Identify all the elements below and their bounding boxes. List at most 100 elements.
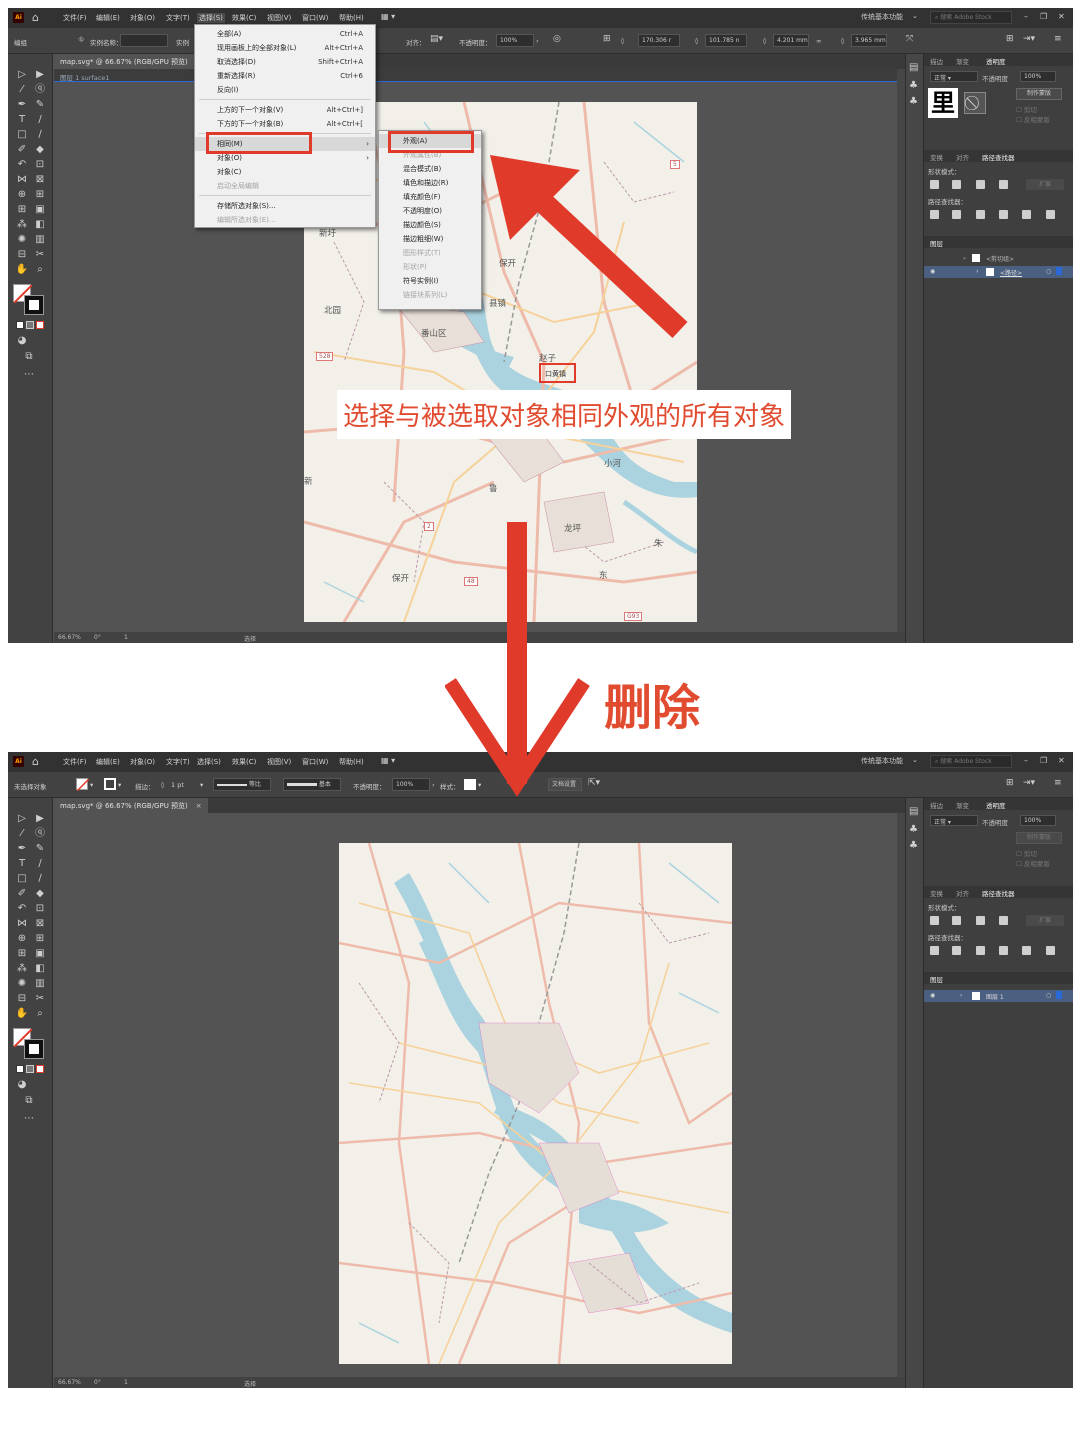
expand-button[interactable]: 扩展: [1026, 915, 1064, 926]
symbol-sprayer-icon[interactable]: ✺: [15, 977, 29, 990]
direct-selection-tool-icon[interactable]: ▶: [33, 68, 47, 81]
close-tab-icon[interactable]: ×: [196, 802, 202, 810]
none-mode-icon[interactable]: [36, 321, 44, 329]
instance-name-input[interactable]: [120, 34, 168, 47]
layer-row-selected[interactable]: ◉ › <路径> ○: [924, 266, 1073, 278]
draw-mode-icon[interactable]: ◕: [15, 334, 29, 347]
slice-tool-icon[interactable]: ✂: [33, 992, 47, 1005]
layer-name[interactable]: <剪切组>: [986, 254, 1014, 263]
arrange-docs-icon[interactable]: ▦ ▾: [381, 756, 395, 765]
unite-icon[interactable]: [930, 916, 939, 925]
color-mode-icon[interactable]: [16, 321, 24, 329]
perspective-icon[interactable]: ⊞: [33, 188, 47, 201]
slice-tool-icon[interactable]: ✂: [33, 248, 47, 261]
zoom-tool-icon[interactable]: ⌕: [33, 1007, 47, 1020]
tab-stroke[interactable]: 描边: [930, 56, 943, 66]
menu-window[interactable]: 窗口(W): [302, 13, 328, 23]
tab-transform[interactable]: 变换: [930, 152, 943, 162]
share-icon[interactable]: ⇥▾: [1023, 34, 1035, 44]
exclude-icon[interactable]: [999, 180, 1008, 189]
menu-effect[interactable]: 效果(C): [232, 757, 256, 767]
tab-transparency[interactable]: 透明度: [986, 56, 1006, 66]
menu-object[interactable]: 对象(O): [130, 13, 155, 23]
chevron-right-icon[interactable]: ›: [976, 268, 978, 275]
scale-tool-icon[interactable]: ⊡: [33, 902, 47, 915]
menu-file[interactable]: 文件(F): [63, 13, 87, 23]
menu-item-reselect[interactable]: 重新选择(R) Ctrl+6: [195, 69, 375, 83]
unite-icon[interactable]: [930, 180, 939, 189]
rotation[interactable]: 0°: [94, 634, 101, 641]
rectangle-tool-icon[interactable]: □: [15, 872, 29, 885]
color-mode-icon[interactable]: [16, 1065, 24, 1073]
width-tool-icon[interactable]: ⋈: [15, 173, 29, 186]
outline-icon[interactable]: [1022, 210, 1031, 219]
stroke-swatch[interactable]: [24, 1039, 44, 1059]
y-field[interactable]: 3.965 mm: [851, 34, 887, 47]
free-transform-icon[interactable]: ⊠: [33, 917, 47, 930]
menu-type[interactable]: 文字(T): [166, 13, 190, 23]
arrange-icon[interactable]: ⊞: [1006, 778, 1014, 788]
brush-definition[interactable]: 基本: [283, 778, 341, 791]
tab-layers[interactable]: 图层: [930, 974, 943, 984]
menu-item-deselect[interactable]: 取消选择(D) Shift+Ctrl+A: [195, 55, 375, 69]
stock-search[interactable]: ⌕ 搜索 Adobe Stock: [930, 11, 1012, 24]
eye-icon[interactable]: ◉: [930, 268, 935, 275]
menu-select[interactable]: 选择(S): [197, 13, 225, 23]
opacity-input[interactable]: 100%: [496, 34, 534, 47]
selection-tool-icon[interactable]: ▷: [15, 812, 29, 825]
menu-item-all-artboard[interactable]: 现用画板上的全部对象(L) Alt+Ctrl+A: [195, 41, 375, 55]
menu-item-next-above[interactable]: 上方的下一个对象(V) Alt+Ctrl+]: [195, 103, 375, 117]
rotate-tool-icon[interactable]: ↶: [15, 902, 29, 915]
crop-icon[interactable]: [999, 946, 1008, 955]
pen-tool-icon[interactable]: ✒: [15, 98, 29, 111]
submenu-item-blend-mode[interactable]: 混合模式(B): [379, 162, 481, 176]
trim-icon[interactable]: [952, 946, 961, 955]
w-stepper-icon[interactable]: ◊: [841, 37, 844, 45]
x-field[interactable]: 101.785 n: [705, 34, 747, 47]
menu-help[interactable]: 帮助(H): [339, 757, 364, 767]
object-thumbnail-icon[interactable]: 里: [928, 88, 958, 118]
blend-mode-select[interactable]: 正常 ▾: [930, 71, 978, 82]
submenu-item-stroke-color[interactable]: 描边颜色(S): [379, 218, 481, 232]
draw-mode-icon[interactable]: ◕: [15, 1078, 29, 1091]
brushes-icon[interactable]: ♣: [909, 80, 918, 91]
artboard-tool-icon[interactable]: ⊟: [15, 992, 29, 1005]
status-tool[interactable]: 选择: [244, 634, 256, 643]
document-tab[interactable]: map.svg* @ 66.67% (RGB/GPU 预览) ×: [54, 798, 208, 813]
merge-icon[interactable]: [976, 946, 985, 955]
rotate-tool-icon[interactable]: ↶: [15, 158, 29, 171]
stroke-weight[interactable]: 1 pt: [171, 781, 184, 789]
minimize-icon[interactable]: –: [1024, 12, 1028, 21]
arrange-docs-icon[interactable]: ▦ ▾: [381, 12, 395, 21]
width-field[interactable]: 170.306 r: [638, 34, 680, 47]
h-stepper-icon[interactable]: ◊: [763, 37, 766, 45]
variable-width-profile[interactable]: 等比: [213, 778, 271, 791]
panel-menu-icon[interactable]: ≡: [1054, 34, 1062, 44]
divide-icon[interactable]: [930, 210, 939, 219]
isolate-icon[interactable]: ⤧: [906, 34, 913, 44]
blend-tool-icon[interactable]: ◧: [33, 218, 47, 231]
rectangle-tool-icon[interactable]: □: [15, 128, 29, 141]
minus-back-icon[interactable]: [1046, 946, 1055, 955]
screen-mode-icon[interactable]: ⧉: [22, 350, 36, 363]
opacity-input[interactable]: 100%: [392, 778, 430, 791]
divide-icon[interactable]: [930, 946, 939, 955]
curvature-icon[interactable]: ✎: [33, 98, 47, 111]
merge-icon[interactable]: [976, 210, 985, 219]
gradient-tool-icon[interactable]: ▣: [33, 947, 47, 960]
submenu-item-opacity[interactable]: 不透明度(O): [379, 204, 481, 218]
submenu-item-fill-stroke[interactable]: 填色和描边(R): [379, 176, 481, 190]
more-tools-icon[interactable]: ⋯: [22, 1112, 36, 1125]
shape-builder-icon[interactable]: ⊕: [15, 188, 29, 201]
layer-row[interactable]: ⌄ <剪切组>: [924, 252, 1073, 264]
zoom-level[interactable]: 66.67%: [58, 634, 81, 641]
menu-object[interactable]: 对象(O): [130, 757, 155, 767]
tab-pathfinder[interactable]: 路径查找器: [982, 888, 1015, 898]
illustrator-logo-icon[interactable]: Ai: [13, 12, 24, 23]
layer-name[interactable]: <路径>: [1000, 268, 1022, 277]
none-mode-icon[interactable]: [36, 1065, 44, 1073]
menu-item-object-c[interactable]: 对象(C): [195, 165, 375, 179]
mesh-tool-icon[interactable]: ⊞: [15, 947, 29, 960]
libraries-icon[interactable]: ▤: [909, 806, 918, 817]
menu-view[interactable]: 视图(V): [267, 757, 291, 767]
